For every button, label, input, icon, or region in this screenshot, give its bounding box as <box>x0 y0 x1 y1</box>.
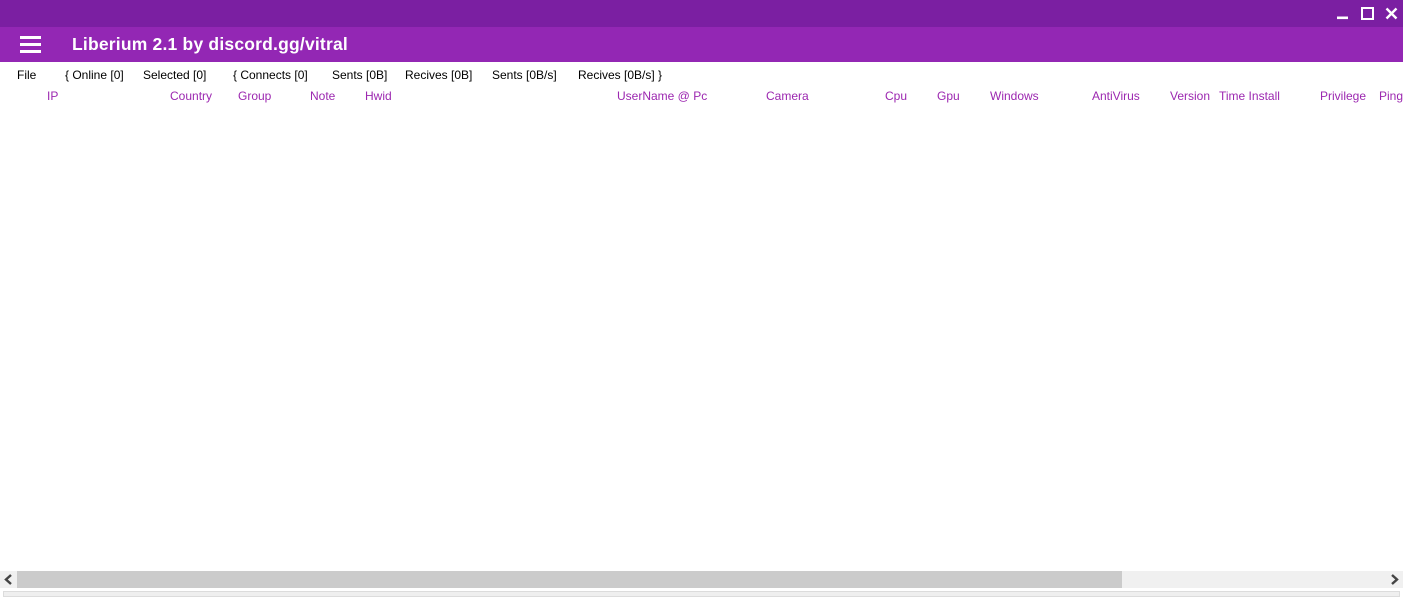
minimize-button[interactable] <box>1331 0 1355 27</box>
horizontal-scrollbar[interactable] <box>0 571 1403 588</box>
column-header-ping[interactable]: Ping <box>1379 86 1403 106</box>
app-header: Liberium 2.1 by discord.gg/vitral <box>0 27 1403 62</box>
status-selected: Selected [0] <box>143 62 206 88</box>
status-sents: Sents [0B] <box>332 62 387 88</box>
titlebar <box>0 0 1403 27</box>
table-header-row: IP Country Group Note Hwid UserName @ Pc… <box>0 86 1403 106</box>
scrollbar-thumb[interactable] <box>17 571 1122 588</box>
scroll-left-button[interactable] <box>0 571 17 588</box>
close-button[interactable] <box>1379 0 1403 27</box>
status-recives-rate: Recives [0B/s] } <box>578 62 662 88</box>
column-header-username[interactable]: UserName @ Pc <box>617 86 707 106</box>
column-header-timeinstall[interactable]: Time Install <box>1219 86 1280 106</box>
minimize-icon <box>1337 8 1349 20</box>
maximize-button[interactable] <box>1355 0 1379 27</box>
chevron-right-icon <box>1390 574 1399 585</box>
column-header-gpu[interactable]: Gpu <box>937 86 960 106</box>
column-header-camera[interactable]: Camera <box>766 86 809 106</box>
column-header-privilege[interactable]: Privilege <box>1320 86 1366 106</box>
app-window: Liberium 2.1 by discord.gg/vitral File {… <box>0 0 1403 597</box>
menubar: File { Online [0] Selected [0] { Connect… <box>0 62 1403 88</box>
menu-file[interactable]: File <box>17 62 36 88</box>
status-sents-rate: Sents [0B/s] <box>492 62 557 88</box>
hamburger-menu-icon[interactable] <box>20 36 41 53</box>
page-title: Liberium 2.1 by discord.gg/vitral <box>72 27 348 62</box>
status-recives: Recives [0B] <box>405 62 472 88</box>
column-header-version[interactable]: Version <box>1170 86 1210 106</box>
column-header-windows[interactable]: Windows <box>990 86 1039 106</box>
column-header-ip[interactable]: IP <box>47 86 58 106</box>
close-icon <box>1385 7 1398 20</box>
window-controls <box>1331 0 1403 27</box>
column-header-note[interactable]: Note <box>310 86 335 106</box>
column-header-country[interactable]: Country <box>170 86 212 106</box>
chevron-left-icon <box>4 574 13 585</box>
status-connects: { Connects [0] <box>233 62 308 88</box>
maximize-icon <box>1361 7 1374 20</box>
column-header-cpu[interactable]: Cpu <box>885 86 907 106</box>
client-list-area <box>0 106 1403 571</box>
status-online: { Online [0] <box>65 62 124 88</box>
column-header-group[interactable]: Group <box>238 86 271 106</box>
bottom-edge-strip <box>3 591 1400 597</box>
column-header-hwid[interactable]: Hwid <box>365 86 392 106</box>
column-header-antivirus[interactable]: AntiVirus <box>1092 86 1140 106</box>
scroll-right-button[interactable] <box>1386 571 1403 588</box>
